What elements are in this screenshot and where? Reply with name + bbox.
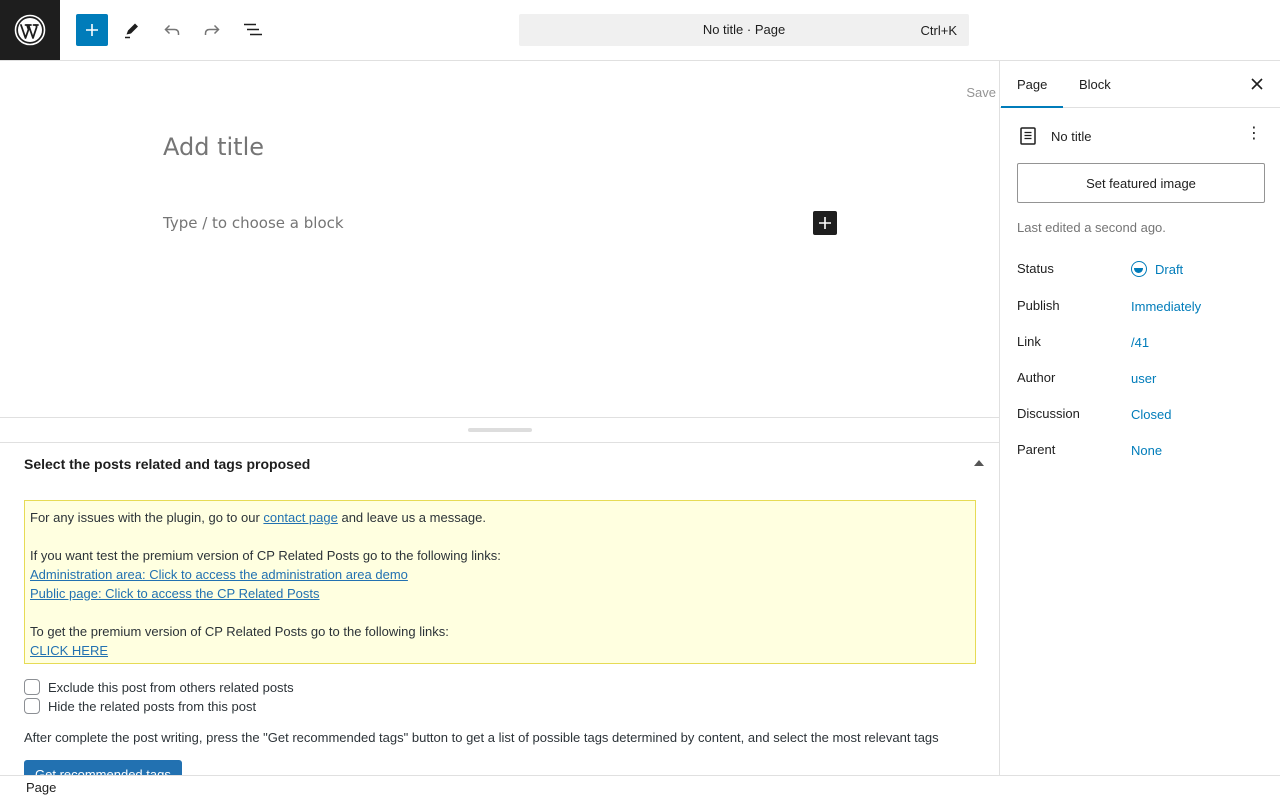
parent-value-button[interactable]: None xyxy=(1131,443,1162,458)
tab-block[interactable]: Block xyxy=(1079,61,1111,108)
wordpress-logo-icon xyxy=(14,14,46,46)
hide-related-option[interactable]: Hide the related posts from this post xyxy=(24,698,256,714)
command-palette-bar[interactable]: No title · Page Ctrl+K xyxy=(519,14,969,46)
publish-value-button[interactable]: Immediately xyxy=(1131,299,1201,314)
exclude-post-option[interactable]: Exclude this post from others related po… xyxy=(24,679,294,695)
notice-line-premium-get: To get the premium version of CP Related… xyxy=(30,624,449,639)
checkbox-label: Exclude this post from others related po… xyxy=(48,679,294,695)
admin-demo-link[interactable]: Administration area: Click to access the… xyxy=(30,567,408,582)
document-summary: No title xyxy=(1017,125,1091,147)
hide-related-checkbox[interactable] xyxy=(24,698,40,714)
close-icon[interactable] xyxy=(1248,75,1266,93)
notice-line-premium-test: If you want test the premium version of … xyxy=(30,548,501,563)
related-posts-metabox: Select the posts related and tags propos… xyxy=(0,443,999,775)
status-value: Draft xyxy=(1155,261,1184,277)
document-title: No title · Page xyxy=(702,22,786,37)
list-view-button[interactable] xyxy=(236,14,268,46)
tools-button[interactable] xyxy=(116,14,148,46)
redo-button[interactable] xyxy=(196,14,228,46)
undo-icon xyxy=(164,24,180,35)
block-inserter-toggle[interactable] xyxy=(76,14,108,46)
save-button[interactable]: Save xyxy=(966,85,996,100)
plus-icon xyxy=(819,217,831,229)
exclude-post-checkbox[interactable] xyxy=(24,679,40,695)
draft-status-icon xyxy=(1131,261,1147,277)
block-breadcrumb[interactable]: Page xyxy=(26,780,56,795)
wordpress-logo-button[interactable] xyxy=(0,0,60,60)
recommend-instructions: After complete the post writing, press t… xyxy=(24,730,939,745)
editor-footer: Page xyxy=(0,775,1280,800)
checkbox-label: Hide the related posts from this post xyxy=(48,698,257,714)
publish-label: Publish xyxy=(1017,298,1060,313)
redo-icon xyxy=(204,24,220,35)
parent-label: Parent xyxy=(1017,442,1056,457)
editor-canvas: Save Add title Type / to choose a block xyxy=(0,61,999,418)
sidebar-tabs: Page Block xyxy=(1000,61,1280,108)
settings-sidebar: Page Block No title ⋮ Set featured image… xyxy=(999,61,1280,775)
editor-header: No title · Page Ctrl+K xyxy=(0,0,1280,61)
post-title-input[interactable]: Add title xyxy=(163,133,264,161)
page-document-icon xyxy=(1020,127,1036,145)
sidebar-doc-title: No title xyxy=(1051,128,1092,144)
get-recommended-tags-button[interactable]: Get recommended tags xyxy=(24,760,182,775)
command-shortcut: Ctrl+K xyxy=(920,23,957,38)
contact-page-link[interactable]: contact page xyxy=(263,510,337,525)
collapse-triangle-icon[interactable] xyxy=(974,460,984,466)
last-edited-text: Last edited a second ago. xyxy=(1017,220,1166,235)
default-block-appender[interactable]: Type / to choose a block xyxy=(163,214,344,232)
undo-button[interactable] xyxy=(156,14,188,46)
link-label: Link xyxy=(1017,334,1041,349)
discussion-value-button[interactable]: Closed xyxy=(1131,407,1171,422)
status-label: Status xyxy=(1017,261,1054,276)
notice-text: For any issues with the plugin, go to ou… xyxy=(30,510,264,525)
status-value-button[interactable]: Draft xyxy=(1131,261,1183,277)
author-value-button[interactable]: user xyxy=(1131,371,1156,386)
discussion-label: Discussion xyxy=(1017,406,1080,421)
click-here-link[interactable]: CLICK HERE xyxy=(30,643,108,658)
more-vertical-icon[interactable]: ⋮ xyxy=(1246,125,1262,143)
plus-icon xyxy=(86,24,98,36)
author-label: Author xyxy=(1017,370,1056,385)
notice-line-contact: For any issues with the plugin, go to ou… xyxy=(30,508,970,527)
link-value-button[interactable]: /41 xyxy=(1131,335,1149,350)
metabox-title: Select the posts related and tags propos… xyxy=(24,456,311,472)
metabox-resize-handle[interactable] xyxy=(468,428,532,432)
inline-block-inserter[interactable] xyxy=(813,211,837,235)
list-view-icon xyxy=(244,23,262,36)
metabox-resize-area xyxy=(0,417,999,443)
set-featured-image-button[interactable]: Set featured image xyxy=(1017,163,1265,203)
notice-text: and leave us a message. xyxy=(337,510,487,525)
pencil-icon xyxy=(125,23,138,39)
public-demo-link[interactable]: Public page: Click to access the CP Rela… xyxy=(30,586,320,601)
tab-page[interactable]: Page xyxy=(1001,61,1063,108)
plugin-notice: For any issues with the plugin, go to ou… xyxy=(24,500,976,664)
